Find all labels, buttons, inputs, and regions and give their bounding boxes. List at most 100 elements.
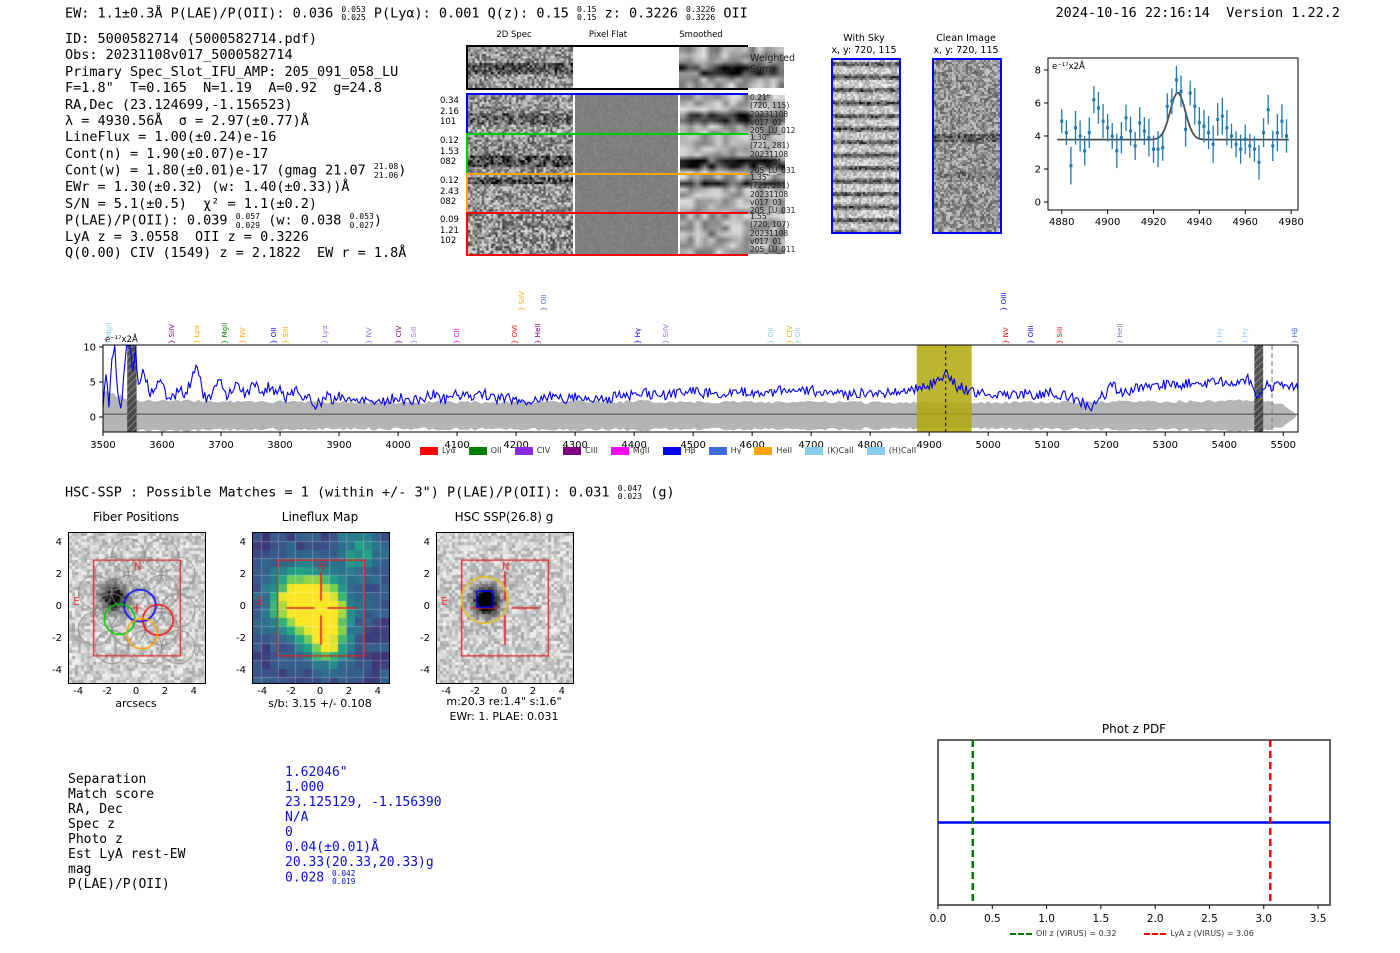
emission-line-label-mgii: } MgII — [220, 322, 229, 344]
match-value: 20.33(20.33,20.33)g — [285, 855, 442, 870]
cutout-row — [466, 133, 786, 177]
text-segment: (w: 0.038 — [260, 212, 350, 229]
emission-line-label-civ: } CIV — [395, 325, 404, 344]
cutout-right-label: 205_LU_011 — [750, 245, 796, 255]
emission-line-label-nv: } NV — [365, 327, 374, 344]
sky-panel-title: Clean Image — [936, 33, 996, 44]
text-segment: HSC-SSP : Possible Matches = 1 (within +… — [65, 484, 618, 501]
svg-text:5400: 5400 — [1212, 440, 1237, 451]
legend-swatch — [420, 446, 438, 455]
clean_image-image — [932, 58, 1002, 234]
emission-line-label-siii: } SiII — [409, 326, 418, 344]
svg-text:4960: 4960 — [1233, 217, 1258, 228]
cutout-left-label: 102 — [440, 236, 457, 246]
info-line: ID: 5000582714 (5000582714.pdf) — [65, 31, 406, 47]
match-value: 1.62046" — [285, 765, 442, 780]
pixel-flat-image — [575, 95, 678, 135]
y-tick-label: 2 — [423, 569, 430, 581]
line-fit-chart: 4880 4900 4920 4940 4960 4980 0 2 4 6 8 e⁻¹⁷x2Å — [1035, 57, 1304, 228]
svg-text:5100: 5100 — [1034, 440, 1059, 451]
svg-text:3800: 3800 — [267, 440, 292, 451]
legend-label: OII — [490, 446, 502, 455]
x-tick-label: 2 — [161, 686, 169, 697]
text-segment: 23.125129, -1.156390 — [285, 795, 442, 810]
svg-text:3.5: 3.5 — [1310, 913, 1327, 925]
hsc-caption-1: m:20.3 re:1.4" s:1.6" — [446, 695, 562, 708]
match-value: 0 — [285, 825, 442, 840]
emission-line-label-siiv: } SiIV — [661, 324, 670, 344]
info-line: P(LAE)/P(OII): 0.039 0.057 0.029 (w: 0.03… — [65, 212, 406, 230]
hsc-caption-2: EWr: 1. PLAE: 0.031 — [449, 710, 559, 723]
legend-swatch — [754, 446, 773, 455]
match-label: Est LyA rest-EW — [68, 847, 186, 862]
stacked-uncertainty: 21.08 21.06 — [373, 161, 399, 180]
emission-line-label-hγ: } Hγ — [634, 327, 643, 344]
svg-text:6: 6 — [1035, 99, 1041, 110]
cutout-left-label: 0.09 — [440, 215, 459, 225]
info-line: Q(0.00) CIV (1549) z = 2.1822 EW r = 1.8… — [65, 245, 406, 261]
text-segment: 1.000 — [285, 780, 325, 795]
svg-text:5: 5 — [90, 378, 96, 389]
svg-text:4900: 4900 — [916, 440, 941, 451]
cutout-right-labels: Weighted Sum — [750, 53, 795, 75]
cutout-left-labels: 0.12 1.53 082 — [440, 136, 464, 168]
text-segment: Obs: 20231108v017_5000582714 — [65, 47, 293, 64]
info-line: Obs: 20231108v017_5000582714 — [65, 47, 406, 63]
svg-text:1.0: 1.0 — [1038, 913, 1055, 925]
emission-line-label-siiv: } SiIV — [518, 291, 527, 311]
summary-line: EW: 1.1±0.3Å P(LAE)/P(OII): 0.036 0.053 0… — [65, 4, 748, 22]
text-segment: LyA z = 3.0558 OII z = 0.3226 — [65, 229, 309, 245]
svg-text:10: 10 — [83, 343, 96, 354]
svg-text:2.5: 2.5 — [1201, 913, 1218, 925]
cutout-right-labels: 0.21" (720, 115) 20231108 v017_02 205_LU_012 — [750, 93, 795, 135]
text-segment: EW: 1.1±0.3Å P(LAE)/P(OII): 0.036 — [65, 5, 342, 22]
x-tick-label: 0 — [132, 686, 140, 697]
text-segment: ID: 5000582714 (5000582714.pdf) — [65, 31, 317, 47]
y-tick-label: 4 — [55, 537, 62, 549]
x-tick-label: -4 — [257, 686, 268, 697]
2d-spec-image — [468, 47, 573, 88]
legend-swatch — [708, 446, 727, 455]
legend-dash-swatch — [1144, 932, 1167, 935]
cutout-right-labels: 1.55" (720, 107) 20231108 v017_01 205_LU_011 — [750, 212, 796, 255]
text-segment: Q(0.00) CIV (1549) z = 2.1822 EW r = 1.8… — [65, 245, 407, 262]
svg-text:0.5: 0.5 — [984, 913, 1001, 925]
text-segment: OII — [715, 5, 748, 22]
pixel-flat-image — [575, 175, 678, 215]
lineflux-caption: s/b: 3.15 +/- 0.108 — [268, 697, 372, 710]
x-tick-label: 0 — [316, 686, 324, 697]
emission-line-label-oii: } OII — [539, 294, 548, 311]
y-tick-label: 4 — [239, 537, 246, 549]
info-line: LineFlux = 1.00(±0.24)e-16 — [65, 129, 406, 145]
svg-text:e⁻¹⁷x2Å: e⁻¹⁷x2Å — [1052, 60, 1085, 72]
y-tick-label: -2 — [236, 632, 246, 644]
legend-dash-swatch — [1010, 932, 1032, 935]
text-segment: Cont(n) = 1.90(±0.07)e-17 — [65, 145, 269, 162]
2d-spec-image — [468, 175, 574, 215]
stacked-uncertainty: 0.047 0.023 — [617, 483, 643, 502]
match-value: 23.125129, -1.156390 — [285, 795, 442, 810]
y-tick-label: -4 — [52, 664, 62, 676]
legend-label: OII z (VIRUS) = 0.32 — [1036, 929, 1117, 938]
match-label: RA, Dec — [68, 802, 123, 817]
match-label: Separation — [68, 772, 147, 787]
svg-text:4880: 4880 — [1049, 217, 1074, 228]
photz-legend-item: OII z (VIRUS) = 0.32 — [1010, 929, 1116, 938]
y-tick-label: -4 — [420, 664, 430, 676]
fiber-xlabel: arcsecs — [115, 697, 157, 710]
svg-text:4940: 4940 — [1187, 217, 1212, 228]
info-line: Primary Spec_Slot_IFU_AMP: 205_091_058_L… — [65, 64, 406, 80]
cutout-left-label: 082 — [440, 157, 457, 167]
info-line: λ = 4930.56Å σ = 2.97(±0.77)Å — [65, 113, 406, 129]
match-label: Photo z — [68, 832, 123, 847]
legend-item-CIV: CIV — [514, 446, 551, 455]
emission-line-label-lyα: } Lyα — [321, 325, 330, 344]
match-table-values: 1.62046" 1.000 23.125129, -1.156390 N/A 0 0.0… — [285, 765, 442, 886]
match-value: 1.000 — [285, 780, 442, 795]
info-line: F=1.8" T=0.165 N=1.19 A=0.92 g=24.8 — [65, 80, 406, 96]
text-segment: 0 — [285, 825, 293, 840]
svg-text:2.0: 2.0 — [1147, 913, 1164, 925]
legend-label: CIV — [536, 446, 551, 455]
text-segment: ) — [373, 212, 382, 229]
